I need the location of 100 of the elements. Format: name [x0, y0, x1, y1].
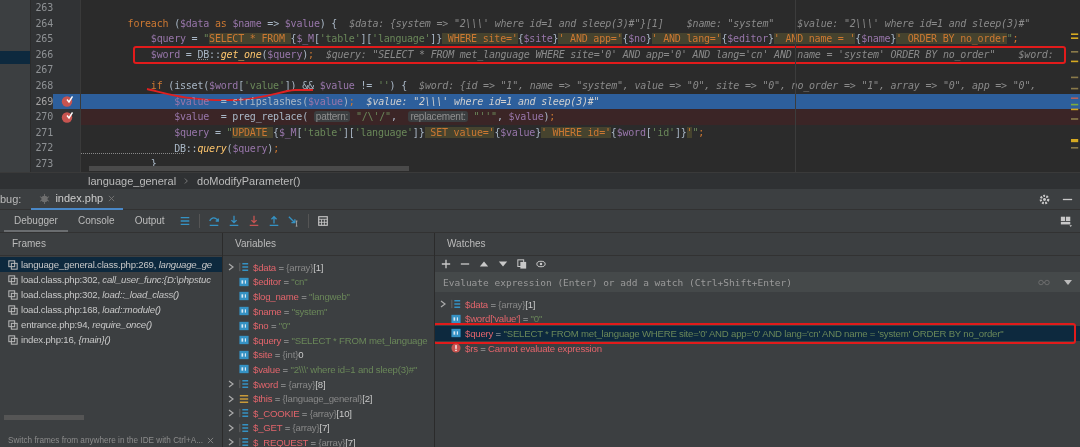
- frame-icon: [8, 289, 18, 300]
- frame-item[interactable]: index.php:16, {main}(): [0, 332, 222, 347]
- variable-value: $log_name = "langweb": [253, 291, 350, 302]
- scrollbar[interactable]: [4, 415, 84, 420]
- variable-row[interactable]: $data = {array}[1]: [223, 260, 434, 275]
- force-step-into-icon[interactable]: [247, 215, 260, 227]
- chevron-icon: [184, 177, 190, 185]
- variable-row[interactable]: $_GET = {array}[7]: [223, 420, 434, 436]
- value-icon: [239, 364, 249, 375]
- variable-value: $data = {array}[1]: [253, 261, 324, 273]
- watch-row[interactable]: $word['value'] = "0": [435, 311, 1080, 327]
- variable-value: $editor = "cn": [253, 276, 308, 288]
- eye-icon[interactable]: [536, 259, 546, 269]
- value-icon: [239, 320, 249, 331]
- evaluate-field[interactable]: Evaluate expression (Enter) or add a watch (Ctrl+Shift+Enter): [443, 276, 1038, 288]
- variable-value: $this = {language_general}[2]: [253, 393, 373, 405]
- watch-value: $data = {array}[1]: [465, 298, 536, 310]
- code-text: DB::query($query);: [173, 142, 279, 154]
- variable-value: $_COOKIE = {array}[10]: [253, 407, 352, 419]
- breakpoint-icon[interactable]: [60, 95, 73, 108]
- panel-header: Variables: [223, 233, 434, 256]
- debugger-tab[interactable]: Debugger: [4, 210, 68, 232]
- frame-item[interactable]: load.class.php:302, load::_load_class(): [0, 287, 222, 302]
- hint-text: Switch frames from anywhere in the IDE with Ctrl+A...: [8, 436, 203, 445]
- list-icon: [239, 262, 249, 273]
- panel-title: bug:: [0, 193, 22, 205]
- variable-row[interactable]: $this = {language_general}[2]: [223, 391, 434, 406]
- debugger-tab[interactable]: Output: [124, 210, 175, 232]
- error-icon: [451, 343, 461, 354]
- selected-row: [0, 51, 30, 64]
- menu-icon[interactable]: [178, 215, 191, 227]
- variable-value: $name = "system": [253, 305, 328, 317]
- move-up-icon[interactable]: [479, 259, 489, 269]
- calculator-icon[interactable]: [316, 215, 329, 227]
- variable-row[interactable]: $query = "SELECT * FROM met_language: [223, 332, 434, 348]
- frame-item[interactable]: load.class.php:168, load::module(): [0, 302, 222, 317]
- list-icon: [239, 437, 249, 447]
- variable-value: $_GET = {array}[7]: [253, 422, 330, 434]
- breakpoint-icon[interactable]: [60, 110, 73, 123]
- frame-icon: [8, 319, 18, 330]
- variable-row[interactable]: $_REQUEST = {array}[7]: [223, 435, 434, 447]
- debugger-tab[interactable]: Console: [67, 210, 125, 232]
- variable-row[interactable]: $word = {array}[8]: [223, 376, 434, 392]
- settings-icon[interactable]: [1038, 192, 1051, 206]
- run-to-cursor-icon[interactable]: [287, 215, 300, 227]
- frame-icon: [8, 259, 18, 270]
- step-out-icon[interactable]: [267, 215, 280, 227]
- copy-icon[interactable]: [517, 259, 527, 269]
- variable-value: $no = "0": [253, 320, 291, 332]
- variable-row[interactable]: $editor = "cn": [223, 274, 434, 290]
- step-into-icon[interactable]: [227, 215, 240, 227]
- watch-row[interactable]: $data = {array}[1]: [435, 297, 1080, 312]
- list-icon: [239, 422, 249, 433]
- watch-value: $rs = Cannot evaluate expression: [465, 342, 602, 354]
- dropdown-arrow-icon[interactable]: [1064, 279, 1072, 285]
- variable-row[interactable]: $value = "2\\\' where id=1 and sleep(3)#": [223, 362, 434, 377]
- line-number: 263: [31, 0, 53, 16]
- variable-value: $site = {int}0: [253, 349, 304, 361]
- breadcrumb-item[interactable]: language_general: [88, 175, 177, 187]
- inline-value-hint: $query: "SELECT * FROM met_language WHERE site='0' AND app='0' AND lang='cn' AND name = 'system' ORDER BY no_order" $word:: [325, 49, 1054, 61]
- watch-row[interactable]: $query = "SELECT * FROM met_language WHERE site='0' AND app='0' AND lang='cn' AND name = 'system' ORDER BY no_order": [435, 326, 1080, 341]
- variable-row[interactable]: $name = "system": [223, 303, 434, 319]
- frame-item[interactable]: load.class.php:302, call_user_func:{D:\phpstuc: [0, 272, 222, 287]
- value-icon: [451, 328, 461, 339]
- watch-value: $word['value'] = "0": [465, 313, 543, 325]
- breadcrumb-item[interactable]: doModifyParameter(): [197, 175, 301, 187]
- line-number: 265: [31, 31, 53, 47]
- value-icon: [239, 306, 249, 317]
- step-over-icon[interactable]: [207, 215, 220, 227]
- watch-value: $query = "SELECT * FROM met_language WHERE site='0' AND app='0' AND lang='cn' AND name = 'system' ORDER BY no_order": [465, 328, 1004, 339]
- variable-value: $word = {array}[8]: [253, 378, 326, 390]
- code-text: $value = preg_replace( pattern: "/\'/", replacement: "''", $value);: [173, 111, 556, 123]
- frame-icon: [8, 334, 18, 345]
- scrollbar[interactable]: [89, 166, 409, 171]
- move-down-icon[interactable]: [498, 259, 508, 269]
- panel-header: Frames: [0, 233, 222, 256]
- layout-icon[interactable]: [1060, 215, 1072, 227]
- list-icon: [239, 379, 249, 390]
- variable-row[interactable]: $_COOKIE = {array}[10]: [223, 405, 434, 421]
- object-icon: [239, 393, 249, 404]
- watch-input-bar[interactable]: Evaluate expression (Enter) or add a watch (Ctrl+Shift+Enter): [435, 272, 1080, 292]
- bug-icon: [39, 192, 51, 204]
- watch-row[interactable]: $rs = Cannot evaluate expression: [435, 340, 1080, 356]
- add-icon[interactable]: [441, 259, 451, 269]
- variable-value: $value = "2\\\' where id=1 and sleep(3)#": [253, 363, 418, 375]
- variable-value: $query = "SELECT * FROM met_language: [253, 334, 428, 346]
- variable-row[interactable]: $log_name = "langweb": [223, 289, 434, 304]
- frame-item[interactable]: entrance.php:94, require_once(): [0, 317, 222, 332]
- list-icon: [239, 408, 249, 419]
- value-icon: [451, 313, 461, 324]
- variable-row[interactable]: $site = {int}0: [223, 347, 434, 363]
- variable-row[interactable]: $no = "0": [223, 318, 434, 333]
- value-icon: [239, 276, 249, 287]
- value-icon: [239, 349, 249, 360]
- frame-item[interactable]: language_general.class.php:269, language_ge: [0, 257, 222, 272]
- code-text: $word = DB::get_one($query);: [149, 49, 314, 61]
- inline-value-hint: $value: "2\\\' where id=1 and sleep(3)#": [366, 95, 600, 107]
- frame-icon: [8, 304, 18, 315]
- close-icon[interactable]: [207, 437, 214, 444]
- session-tab[interactable]: index.php: [31, 188, 124, 210]
